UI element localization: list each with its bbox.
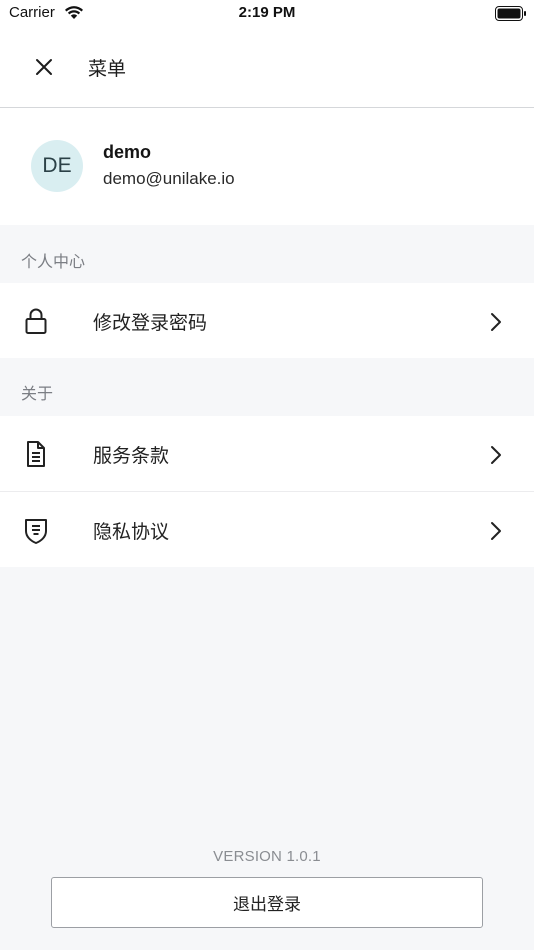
menu-header: 菜单 xyxy=(0,28,534,108)
section-title-personal-center: 个人中心 xyxy=(21,252,86,271)
menu-item-terms-of-service[interactable]: 服务条款 xyxy=(0,416,534,491)
avatar: DE xyxy=(31,140,83,192)
lock-icon xyxy=(25,308,47,334)
status-bar: Carrier 2:19 PM xyxy=(0,0,534,28)
document-icon xyxy=(27,441,45,467)
status-time: 2:19 PM xyxy=(238,4,296,21)
menu-item-change-password[interactable]: 修改登录密码 xyxy=(0,283,534,358)
shield-icon xyxy=(25,519,47,544)
logout-button[interactable]: 退出登录 xyxy=(51,877,483,928)
section-title-about: 关于 xyxy=(21,384,54,403)
chevron-right-icon xyxy=(491,446,501,464)
profile-name: demo xyxy=(103,142,152,162)
close-icon[interactable] xyxy=(33,56,55,78)
avatar-initials: DE xyxy=(42,154,72,177)
profile-email: demo@unilake.io xyxy=(103,169,235,188)
menu-item-privacy-policy[interactable]: 隐私协议 xyxy=(0,492,534,567)
menu-item-label: 隐私协议 xyxy=(93,521,170,543)
chevron-right-icon xyxy=(491,522,501,540)
logout-label: 退出登录 xyxy=(233,895,301,915)
menu-item-label: 修改登录密码 xyxy=(93,312,208,334)
chevron-right-icon xyxy=(491,313,501,331)
page-title: 菜单 xyxy=(88,58,127,80)
profile-card: DE demo demo@unilake.io xyxy=(0,108,534,225)
version-label: VERSION 1.0.1 xyxy=(213,848,321,865)
battery-icon xyxy=(495,6,526,21)
menu-item-label: 服务条款 xyxy=(93,445,170,467)
